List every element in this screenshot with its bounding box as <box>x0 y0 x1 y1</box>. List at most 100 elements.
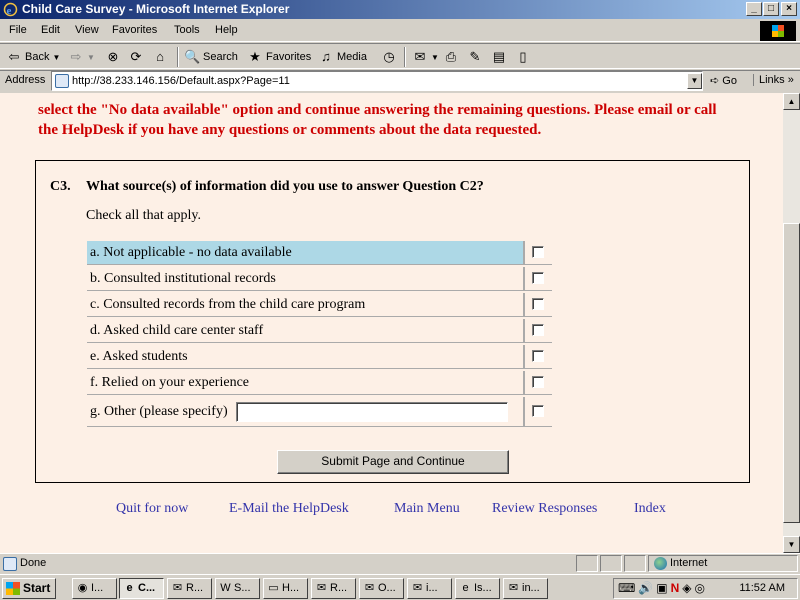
mail-icon: ✉ <box>414 49 426 64</box>
intro-text-line-1: select the "No data available" option an… <box>38 102 717 118</box>
links-label: Links <box>759 74 785 86</box>
option-checkbox[interactable] <box>532 376 545 389</box>
vertical-scrollbar[interactable]: ▲ ▼ <box>783 93 800 553</box>
scroll-down-button[interactable]: ▼ <box>783 536 800 553</box>
question-instruction: Check all that apply. <box>86 208 201 223</box>
address-input[interactable]: http://38.233.146.156/Default.aspx?Page=… <box>51 71 703 91</box>
media-label: Media <box>337 51 367 63</box>
option-label: e. Asked students <box>87 345 525 369</box>
taskbar-item[interactable]: ✉ i... <box>407 578 452 599</box>
index-link[interactable]: Index <box>634 501 666 517</box>
svg-text:e: e <box>7 5 12 17</box>
edit-button[interactable]: ✎ <box>467 48 483 66</box>
address-url: http://38.233.146.156/Default.aspx?Page=… <box>72 75 290 87</box>
print-button[interactable]: ⎙ <box>443 48 459 66</box>
go-arrow-icon: ➪ <box>710 75 720 87</box>
refresh-button[interactable]: ⟳ <box>128 48 144 66</box>
print-icon: ⎙ <box>445 49 457 64</box>
ie-logo-icon: e <box>3 2 18 17</box>
option-checkbox[interactable] <box>532 246 545 259</box>
edit-icon: ✎ <box>469 49 481 64</box>
tray-icons[interactable]: ⌨🔊▣N◈◎ <box>618 581 708 595</box>
toolbar-separator <box>177 47 179 67</box>
submit-button[interactable]: Submit Page and Continue <box>277 450 509 474</box>
app-icon: ◉ <box>77 582 88 594</box>
ie-icon: e <box>126 582 133 594</box>
option-checkbox[interactable] <box>532 405 545 418</box>
menu-bar: File Edit View Favorites Tools Help <box>0 20 800 42</box>
option-row: d. Asked child care center staff <box>87 319 552 343</box>
option-label: f. Relied on your experience <box>87 371 525 395</box>
minimize-button[interactable]: _ <box>746 2 762 16</box>
scroll-thumb[interactable] <box>783 223 800 523</box>
search-button[interactable]: 🔍 Search <box>184 48 238 66</box>
quit-link[interactable]: Quit for now <box>116 501 188 517</box>
page-icon <box>55 74 69 88</box>
back-button[interactable]: ⇦ Back ▼ <box>6 48 61 66</box>
favorites-button[interactable]: ★ Favorites <box>247 48 311 66</box>
menu-file[interactable]: File <box>9 24 27 36</box>
messenger-button[interactable]: ▯ <box>515 48 531 66</box>
mail-button[interactable]: ✉ ▼ <box>412 48 439 66</box>
question-text: What source(s) of information did you us… <box>86 179 484 194</box>
taskbar-item[interactable]: ✉ R... <box>311 578 356 599</box>
taskbar-item[interactable]: e C... <box>119 578 164 599</box>
mail-icon: ✉ <box>172 582 183 594</box>
taskbar-item[interactable]: e Is... <box>455 578 500 599</box>
home-button[interactable]: ⌂ <box>152 48 168 66</box>
intro-text-line-2: the HelpDesk if you have any questions o… <box>38 122 542 138</box>
taskbar-item[interactable]: ✉ in... <box>503 578 548 599</box>
start-button[interactable]: Start <box>2 578 56 599</box>
menu-edit[interactable]: Edit <box>41 24 60 36</box>
address-dropdown-button[interactable]: ▼ <box>687 73 702 89</box>
option-label: a. Not applicable - no data available <box>87 241 525 265</box>
option-checkbox[interactable] <box>532 350 545 363</box>
menu-tools[interactable]: Tools <box>174 24 200 36</box>
taskbar-item[interactable]: W S... <box>215 578 260 599</box>
menu-favorites[interactable]: Favorites <box>112 24 157 36</box>
window-title: Child Care Survey - Microsoft Internet E… <box>22 2 290 16</box>
status-panel <box>600 555 622 572</box>
toolbar-separator <box>404 47 406 67</box>
taskbar-item[interactable]: ◉ I... <box>72 578 117 599</box>
refresh-icon: ⟳ <box>130 49 142 64</box>
mail-icon: ✉ <box>316 582 327 594</box>
taskbar-item[interactable]: ▭ H... <box>263 578 308 599</box>
question-box: C3. What source(s) of information did yo… <box>35 160 750 483</box>
scroll-up-button[interactable]: ▲ <box>783 93 800 110</box>
maximize-button[interactable]: □ <box>763 2 779 16</box>
links-button[interactable]: Links » <box>753 74 794 86</box>
mail-icon: ✉ <box>364 582 375 594</box>
history-button[interactable]: ◷ <box>381 48 397 66</box>
menu-help[interactable]: Help <box>215 24 238 36</box>
home-icon: ⌂ <box>156 49 164 64</box>
discuss-button[interactable]: ▤ <box>491 48 507 66</box>
mail-icon: ✉ <box>508 582 519 594</box>
forward-button[interactable]: ⇨ ▼ <box>68 48 95 66</box>
mail-dropdown-icon: ▼ <box>431 52 439 62</box>
stop-button[interactable]: ⊗ <box>105 48 121 66</box>
option-checkbox[interactable] <box>532 298 545 311</box>
option-row: a. Not applicable - no data available <box>87 241 552 265</box>
menu-view[interactable]: View <box>75 24 99 36</box>
search-icon: 🔍 <box>184 49 201 64</box>
zone-text: Internet <box>670 557 708 569</box>
other-specify-input[interactable] <box>236 401 509 422</box>
media-button[interactable]: ♫ Media <box>318 48 367 66</box>
option-row: b. Consulted institutional records <box>87 267 552 291</box>
windows-logo-icon <box>760 21 796 41</box>
media-icon: ♫ <box>321 49 331 64</box>
option-checkbox[interactable] <box>532 324 545 337</box>
internet-zone-icon <box>654 557 667 570</box>
back-label: Back <box>25 51 50 63</box>
main-menu-link[interactable]: Main Menu <box>394 501 460 517</box>
taskbar-item[interactable]: ✉ R... <box>167 578 212 599</box>
taskbar-item[interactable]: ✉ O... <box>359 578 404 599</box>
option-label: d. Asked child care center staff <box>87 319 525 343</box>
close-button[interactable]: × <box>781 2 797 16</box>
review-responses-link[interactable]: Review Responses <box>492 501 597 517</box>
go-button[interactable]: ➪ Go <box>710 74 737 87</box>
email-helpdesk-link[interactable]: E-Mail the HelpDesk <box>229 501 349 517</box>
option-checkbox[interactable] <box>532 272 545 285</box>
stop-icon: ⊗ <box>107 49 119 64</box>
